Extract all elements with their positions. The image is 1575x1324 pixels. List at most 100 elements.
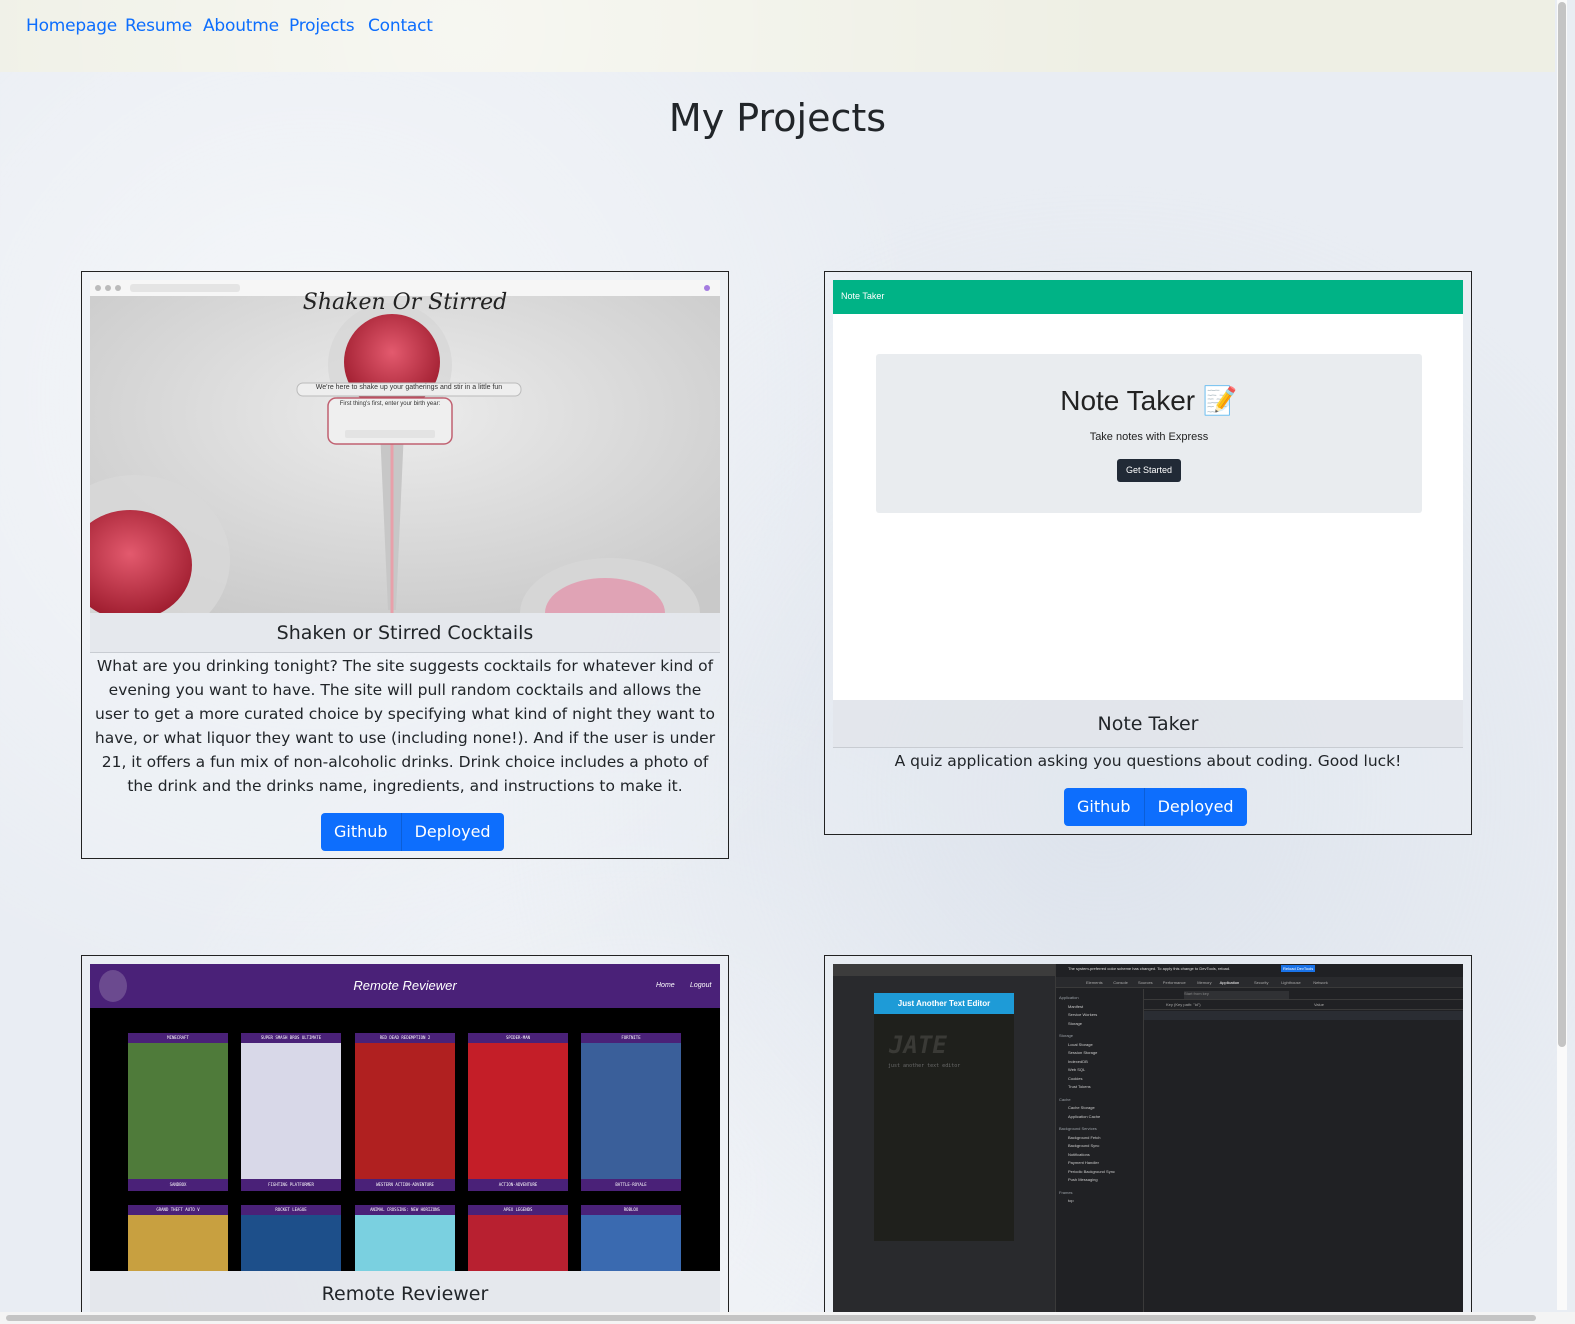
screenshot-devtools-item: Web SQL: [1068, 1067, 1086, 1072]
screenshot-devtools-tab: Lighthouse: [1281, 980, 1301, 985]
screenshot-game-genre: SANDBOX: [169, 1182, 187, 1187]
screenshot-game-tile: RED DEAD REDEMPTION 2 WESTERN ACTION-ADVE…: [355, 1033, 455, 1191]
screenshot-game-title: SPIDER-MAN: [505, 1035, 531, 1040]
screenshot-game-title: RED DEAD REDEMPTION 2: [379, 1035, 431, 1040]
screenshot-devtools-sidebar: Application Manifest Service Workers Storag…: [1056, 989, 1144, 1324]
screenshot-game-tile: GRAND THEFT AUTO V: [128, 1205, 228, 1271]
screenshot-game-title: ANIMAL CROSSING: NEW HORIZONS: [370, 1207, 440, 1212]
screenshot-devtools-table-header: Key (Key path: "id") Value: [1144, 1001, 1463, 1010]
screenshot-devtools-item: Manifest: [1068, 1003, 1084, 1009]
screenshot-devtools-tab: Security: [1254, 980, 1269, 985]
screenshot-devtools-filter: Start from key: [1144, 989, 1463, 1000]
screenshot-get-started-button: Get Started: [1117, 459, 1181, 482]
screenshot-nav-home: Home: [656, 982, 675, 989]
screenshot-devtools-item: Cookies: [1068, 1075, 1083, 1081]
screenshot-devtools-item: Local Storage: [1068, 1041, 1093, 1047]
screenshot-game-tile: APEX LEGENDS: [468, 1205, 568, 1271]
project-description: What are you drinking tonight? The site …: [94, 657, 716, 795]
screenshot-devtools-tab: Elements: [1086, 980, 1103, 985]
screenshot-game-tile: SPIDER-MAN ACTION-ADVENTURE: [468, 1033, 568, 1191]
project-description: A quiz application asking you questions …: [894, 752, 1402, 770]
project-screenshot: Just Another Text Editor just another te…: [833, 964, 1463, 1324]
screenshot-subtitle: Take notes with Express: [1089, 431, 1209, 443]
project-screenshot: Shaken Or Stirred We're here to shake up…: [90, 280, 720, 613]
project-screenshot: Note Taker Note Taker 📝 Take notes with …: [833, 280, 1463, 700]
screenshot-devtools-item: Trust Tokens: [1068, 1084, 1091, 1089]
vertical-scrollbar-thumb[interactable]: [1558, 2, 1566, 1047]
screenshot-game-title: MINECRAFT: [167, 1035, 189, 1040]
screenshot-devtools-tab: Network: [1313, 980, 1328, 985]
screenshot-game-cover: [241, 1215, 341, 1271]
screenshot-game-tile: SUPER SMASH BROS ULTIMATE FIGHTING PLATFO…: [241, 1033, 341, 1191]
screenshot-devtools-item: Application Cache: [1068, 1113, 1101, 1119]
screenshot-game-tile: MINECRAFT SANDBOX: [128, 1033, 228, 1191]
nav-link-projects[interactable]: Projects: [289, 16, 355, 36]
nav-link-homepage[interactable]: Homepage: [26, 16, 117, 36]
screenshot-game-title: ROBLOX: [623, 1207, 639, 1212]
project-card-remote-reviewer: Remote Reviewer Home Logout MINECRAFT SAN…: [81, 955, 729, 1324]
screenshot-game-genre: BATTLE-ROYALE: [615, 1182, 647, 1187]
github-button[interactable]: Github: [321, 813, 402, 851]
screenshot-editor-text: just another text editor: [888, 1063, 961, 1069]
screenshot-tagline: We're here to shake up your gatherings a…: [315, 384, 503, 391]
project-links: Github Deployed: [1064, 788, 1247, 826]
screenshot-devtools-item: IndexedDB: [1068, 1058, 1088, 1064]
screenshot-devtools: The system-preferred color scheme has ch…: [1055, 964, 1463, 1324]
screenshot-devtools-tab: Console: [1113, 980, 1128, 985]
screenshot-game-cover: [128, 1043, 228, 1179]
github-button[interactable]: Github: [1064, 788, 1145, 826]
screenshot-devtools-tab: Memory: [1197, 980, 1212, 985]
screenshot-devtools-section: Cache: [1059, 1096, 1071, 1102]
screenshot-jumbotron: Note Taker 📝 Take notes with Express Get…: [876, 354, 1422, 513]
deployed-button[interactable]: Deployed: [1144, 788, 1247, 826]
screenshot-game-cover: [128, 1215, 228, 1271]
screenshot-table-value-header: Value: [1314, 1002, 1324, 1007]
screenshot-game-cover: [355, 1043, 455, 1179]
screenshot-heading: Note Taker 📝: [1060, 385, 1238, 416]
horizontal-scrollbar-thumb[interactable]: [6, 1315, 1536, 1321]
screenshot-devtools-tab: Application: [1219, 980, 1240, 985]
screenshot-game-cover: [355, 1215, 455, 1271]
screenshot-game-cover: [468, 1043, 568, 1179]
screenshot-devtools-section: Background Services: [1059, 1126, 1097, 1131]
screenshot-game-genre: ACTION-ADVENTURE: [498, 1182, 538, 1187]
screenshot-game-cover: [581, 1043, 681, 1179]
screenshot-devtools-item: Periodic Background Sync: [1068, 1168, 1115, 1174]
project-card-note-taker: Note Taker Note Taker 📝 Take notes with …: [824, 271, 1472, 835]
deployed-button[interactable]: Deployed: [401, 813, 504, 851]
screenshot-game-title: SUPER SMASH BROS ULTIMATE: [260, 1035, 322, 1040]
screenshot-devtools-item: Cache Storage: [1068, 1105, 1095, 1110]
project-title: Remote Reviewer: [90, 1271, 720, 1313]
screenshot-devtools-item: Push Messaging: [1068, 1177, 1098, 1182]
screenshot-nav-logout: Logout: [690, 982, 712, 989]
screenshot-devtools-item: Service Workers: [1068, 1012, 1098, 1017]
nav-link-resume[interactable]: Resume: [125, 16, 192, 36]
project-title: Shaken or Stirred Cocktails: [90, 613, 720, 653]
screenshot-navbar: Note Taker: [833, 280, 1463, 314]
screenshot-game-title: FORTNITE: [621, 1035, 641, 1040]
screenshot-devtools-item: Background Sync: [1068, 1143, 1100, 1148]
screenshot-game-tile: FORTNITE BATTLE-ROYALE: [581, 1033, 681, 1191]
nav-link-contact[interactable]: Contact: [368, 16, 433, 36]
screenshot-table-key-header: Key (Key path: "id"): [1166, 1002, 1201, 1007]
screenshot-game-cover: [468, 1215, 568, 1271]
screenshot-game-title: APEX LEGENDS: [503, 1207, 533, 1212]
screenshot-devtools-section: Application: [1059, 995, 1079, 1000]
screenshot-game-tile: ANIMAL CROSSING: NEW HORIZONS: [355, 1205, 455, 1271]
screenshot-devtools-item: Session Storage: [1068, 1050, 1098, 1055]
nav-link-aboutme[interactable]: Aboutme: [203, 16, 279, 36]
screenshot-editor-ascii: JATE: [889, 1031, 947, 1059]
screenshot-devtools-tabs: Elements Console Sources Performance Memory A…: [1056, 977, 1463, 988]
screenshot-devtools-item: Storage: [1068, 1020, 1083, 1026]
screenshot-devtools-section: Frames: [1059, 1189, 1073, 1195]
screenshot-devtools-item: top: [1068, 1198, 1074, 1203]
screenshot-heading: Shaken Or Stirred: [302, 290, 508, 315]
screenshot-prompt: First thing's first, enter your birth ye…: [339, 401, 441, 407]
screenshot-game-cover: [581, 1215, 681, 1271]
screenshot-editor: Just Another Text Editor just another te…: [874, 993, 1014, 1241]
project-links: Github Deployed: [321, 813, 504, 851]
screenshot-game-cover: [241, 1043, 341, 1179]
cocktail-screenshot-image: [90, 280, 720, 613]
screenshot-filter-input: Start from key: [1184, 991, 1289, 999]
screenshot-devtools-item: Notifications: [1068, 1151, 1090, 1157]
